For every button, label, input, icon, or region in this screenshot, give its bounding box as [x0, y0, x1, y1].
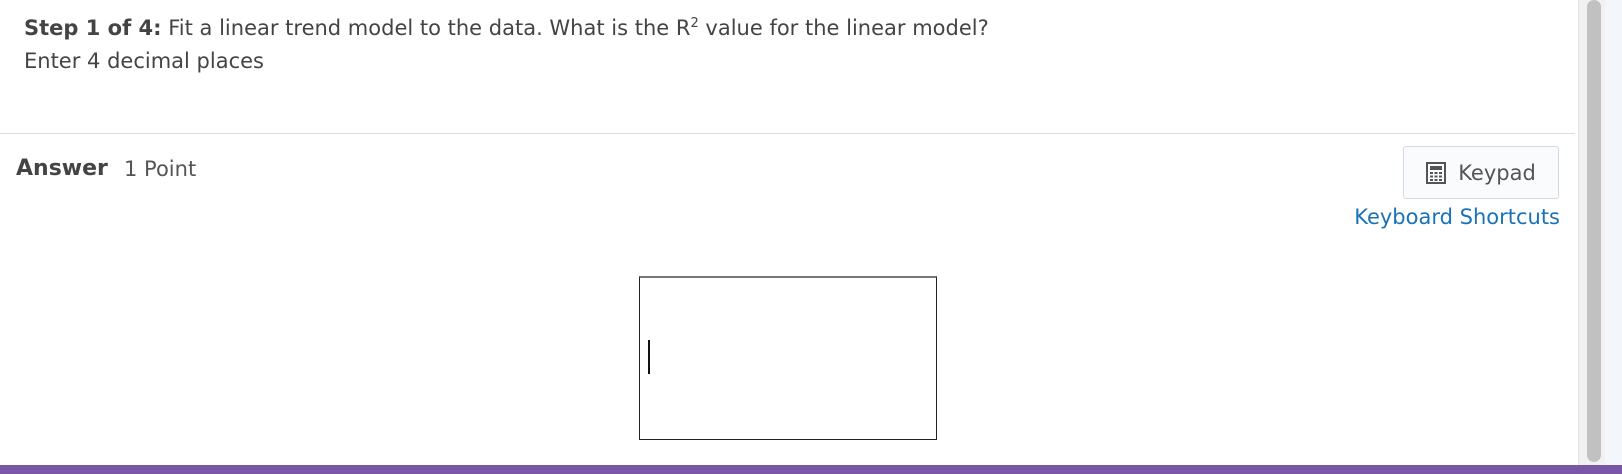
keyboard-shortcuts-link[interactable]: Keyboard Shortcuts — [1354, 205, 1560, 229]
question-superscript: 2 — [690, 16, 699, 31]
question-text-before: Fit a linear trend model to the data. Wh… — [168, 16, 691, 40]
scrollbar-thumb[interactable] — [1587, 0, 1601, 462]
calculator-icon — [1426, 161, 1447, 184]
points-label: 1 Point — [124, 157, 197, 181]
question-prompt: Step 1 of 4: Fit a linear trend model to… — [24, 12, 989, 78]
text-caret — [648, 340, 650, 374]
question-instruction: Enter 4 decimal places — [24, 49, 264, 73]
bottom-bar — [0, 465, 1622, 474]
answer-input[interactable] — [639, 276, 937, 440]
keypad-button[interactable]: Keypad — [1403, 146, 1559, 199]
question-line: Step 1 of 4: Fit a linear trend model to… — [24, 12, 989, 45]
section-divider — [0, 133, 1575, 134]
question-text-after: value for the linear model? — [698, 16, 989, 40]
step-label: Step 1 of 4: — [24, 16, 162, 40]
answer-label: Answer — [16, 156, 108, 181]
right-edge-panel — [1605, 0, 1622, 465]
keypad-button-label: Keypad — [1458, 160, 1536, 185]
